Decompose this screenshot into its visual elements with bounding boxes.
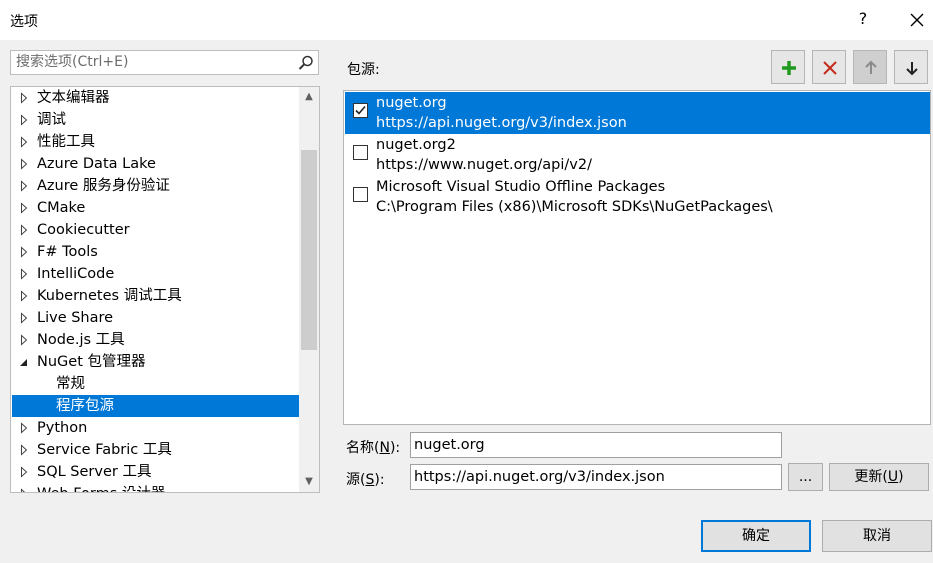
scroll-up-icon[interactable]: ▲ (299, 87, 319, 107)
collapsed-arrow-icon[interactable] (19, 241, 29, 263)
package-source-item[interactable]: Microsoft Visual Studio Offline Packages… (345, 176, 930, 218)
tree-item[interactable]: F# Tools (12, 241, 299, 263)
tree-item[interactable]: IntelliCode (12, 263, 299, 285)
add-source-button[interactable] (771, 50, 805, 84)
dialog-title: 选项 (10, 14, 38, 30)
collapsed-arrow-icon[interactable] (19, 461, 29, 483)
tree-item-label: Python (37, 420, 88, 436)
package-source-item[interactable]: nuget.org https://api.nuget.org/v3/index.… (345, 92, 930, 134)
tree-item[interactable]: 常规 (12, 373, 299, 395)
tree-item[interactable]: CMake (12, 197, 299, 219)
scroll-thumb[interactable] (301, 150, 317, 350)
collapsed-arrow-icon[interactable] (19, 263, 29, 285)
tree-item-label: 程序包源 (56, 398, 114, 414)
collapsed-arrow-icon[interactable] (19, 483, 29, 492)
collapsed-arrow-icon[interactable] (19, 285, 29, 307)
tree-item-label: SQL Server 工具 (37, 464, 152, 480)
tree-item-label: NuGet 包管理器 (37, 354, 146, 370)
tree-item[interactable]: Kubernetes 调试工具 (12, 285, 299, 307)
tree-item-label: 常规 (56, 376, 85, 392)
package-source-name: nuget.org2 (376, 137, 456, 153)
expanded-arrow-icon[interactable] (19, 351, 29, 373)
arrow-up-icon (865, 60, 877, 74)
search-icon[interactable] (297, 54, 315, 72)
close-icon (910, 13, 924, 27)
enable-checkbox[interactable] (353, 187, 368, 202)
options-tree[interactable]: 文本编辑器调试性能工具 Azure Data Lake Azure 服务身份验证 CM… (10, 86, 320, 493)
package-source-url: https://api.nuget.org/v3/index.json (376, 115, 627, 131)
collapsed-arrow-icon[interactable] (19, 87, 29, 109)
enable-checkbox[interactable] (353, 103, 368, 118)
tree-item[interactable]: Azure 服务身份验证 (12, 175, 299, 197)
search-box[interactable] (10, 50, 319, 75)
tree-item-label: CMake (37, 200, 86, 216)
update-button[interactable]: 更新(U) (829, 463, 929, 491)
tree-item[interactable]: 文本编辑器 (12, 87, 299, 109)
sources-label: 包源: (347, 62, 380, 78)
name-label: 名称(N): (346, 440, 401, 456)
tree-item-label: Azure Data Lake (37, 156, 156, 172)
package-source-url: C:\Program Files (x86)\Microsoft SDKs\Nu… (376, 199, 773, 215)
remove-source-button[interactable] (812, 50, 846, 84)
package-source-list[interactable]: nuget.org https://api.nuget.org/v3/index.… (343, 90, 931, 425)
tree-item-label: Kubernetes 调试工具 (37, 288, 182, 304)
tree-item[interactable]: Azure Data Lake (12, 153, 299, 175)
tree-item[interactable]: Web Forms 设计器 (12, 483, 299, 492)
collapsed-arrow-icon[interactable] (19, 197, 29, 219)
tree-item[interactable]: Node.js 工具 (12, 329, 299, 351)
tree-item-label: Live Share (37, 310, 114, 326)
ok-button[interactable]: 确定 (701, 520, 811, 552)
package-source-name: nuget.org (376, 95, 447, 111)
tree-scrollbar[interactable]: ▲ ▼ (299, 87, 319, 492)
tree-item[interactable]: 程序包源 (12, 395, 299, 417)
scroll-down-icon[interactable]: ▼ (299, 472, 319, 492)
x-icon (823, 61, 837, 75)
search-input[interactable] (11, 51, 291, 73)
tree-item-label: F# Tools (37, 244, 98, 260)
source-field[interactable] (410, 464, 782, 490)
move-up-button[interactable] (853, 50, 887, 84)
package-source-name: Microsoft Visual Studio Offline Packages (376, 179, 666, 195)
tree-item-label: 调试 (37, 112, 66, 128)
tree-item-label: Web Forms 设计器 (37, 483, 165, 492)
collapsed-arrow-icon[interactable] (19, 219, 29, 241)
tree-item-label: 文本编辑器 (37, 90, 110, 106)
tree-item[interactable]: Cookiecutter (12, 219, 299, 241)
package-source-url: https://www.nuget.org/api/v2/ (376, 157, 592, 173)
collapsed-arrow-icon[interactable] (19, 175, 29, 197)
browse-button[interactable]: ... (788, 463, 823, 491)
package-source-item[interactable]: nuget.org2 https://www.nuget.org/api/v2/ (345, 134, 930, 176)
tree-item[interactable]: SQL Server 工具 (12, 461, 299, 483)
tree-item[interactable]: 调试 (12, 109, 299, 131)
enable-checkbox[interactable] (353, 145, 368, 160)
tree-item[interactable]: Python (12, 417, 299, 439)
title-bar: 选项 ? (0, 0, 933, 40)
arrow-down-icon (906, 62, 918, 76)
source-label: 源(S): (346, 472, 385, 488)
plus-icon (782, 61, 796, 75)
collapsed-arrow-icon[interactable] (19, 131, 29, 153)
checkmark-icon (355, 105, 366, 115)
tree-item-label: 性能工具 (37, 134, 95, 150)
tree-item[interactable]: 性能工具 (12, 131, 299, 153)
collapsed-arrow-icon[interactable] (19, 307, 29, 329)
collapsed-arrow-icon[interactable] (19, 329, 29, 351)
name-field[interactable] (410, 432, 782, 458)
tree-item-label: Node.js 工具 (37, 332, 125, 348)
collapsed-arrow-icon[interactable] (19, 109, 29, 131)
collapsed-arrow-icon[interactable] (19, 439, 29, 461)
tree-item[interactable]: NuGet 包管理器 (12, 351, 299, 373)
tree-item-label: Cookiecutter (37, 222, 130, 238)
tree-item-label: Service Fabric 工具 (37, 442, 172, 458)
tree-item-label: IntelliCode (37, 266, 115, 282)
collapsed-arrow-icon[interactable] (19, 417, 29, 439)
cancel-button[interactable]: 取消 (822, 520, 932, 552)
help-button[interactable]: ? (853, 9, 873, 28)
close-button[interactable] (905, 8, 929, 32)
collapsed-arrow-icon[interactable] (19, 153, 29, 175)
tree-item-label: Azure 服务身份验证 (37, 178, 170, 194)
tree-item[interactable]: Live Share (12, 307, 299, 329)
tree-item[interactable]: Service Fabric 工具 (12, 439, 299, 461)
move-down-button[interactable] (894, 50, 928, 84)
